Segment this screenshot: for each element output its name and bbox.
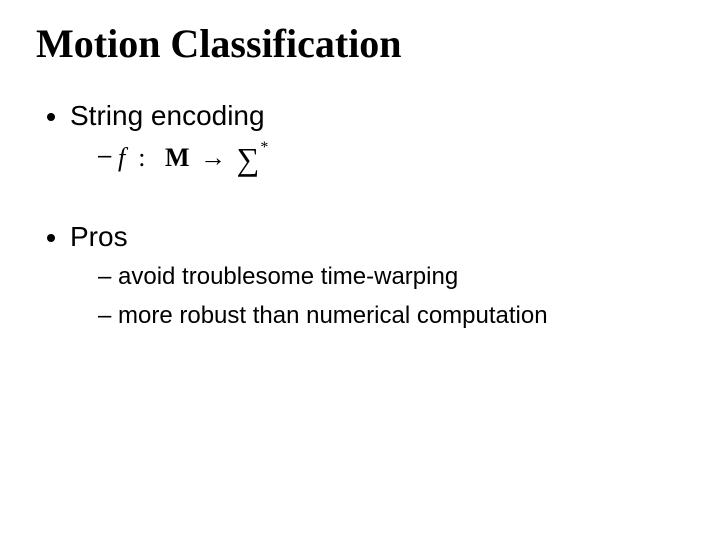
formula-M: M bbox=[165, 143, 190, 172]
bullet-text-pros: Pros bbox=[70, 221, 128, 252]
formula-colon-char: : bbox=[138, 143, 145, 172]
formula-star: * bbox=[260, 139, 268, 156]
sub-text-a: avoid troublesome time-warping bbox=[118, 263, 458, 290]
sub-list-encoding: f : M → ∑* bbox=[88, 137, 684, 174]
slide-title: Motion Classification bbox=[36, 22, 684, 66]
bullet-list: String encoding f : M → ∑* bbox=[44, 94, 684, 175]
sub-text-b: more robust than numerical computation bbox=[118, 302, 548, 329]
bullet-list-2: Pros avoid troublesome time-warping more… bbox=[44, 215, 684, 335]
slide: Motion Classification String encoding f … bbox=[0, 0, 720, 540]
formula-f: f bbox=[118, 143, 125, 172]
bullet-pros: Pros avoid troublesome time-warping more… bbox=[70, 215, 684, 335]
sub-bullet-timewarping: avoid troublesome time-warping bbox=[98, 258, 684, 295]
formula: f : M → ∑* bbox=[118, 140, 268, 175]
bullet-string-encoding: String encoding f : M → ∑* bbox=[70, 94, 684, 175]
sigma-icon: ∑ bbox=[237, 143, 260, 175]
arrow-icon: → bbox=[196, 145, 230, 171]
formula-space1 bbox=[152, 143, 159, 172]
sub-bullet-robust: more robust than numerical computation bbox=[98, 297, 684, 334]
sub-list-pros: avoid troublesome time-warping more robu… bbox=[88, 258, 684, 334]
spacer bbox=[36, 177, 684, 215]
formula-line: f : M → ∑* bbox=[98, 137, 684, 174]
bullet-text: String encoding bbox=[70, 100, 265, 131]
